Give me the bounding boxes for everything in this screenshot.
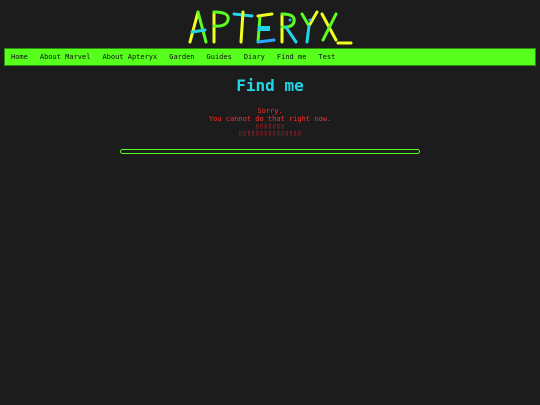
nav-item-about-apteryx[interactable]: About Apteryx (96, 49, 163, 65)
nav-item-garden[interactable]: Garden (163, 49, 200, 65)
nav-item-home[interactable]: Home (5, 49, 34, 65)
nav-item-diary[interactable]: Diary (238, 49, 271, 65)
nav-item-find-me[interactable]: Find me (271, 49, 313, 65)
main-navigation: Home About Marvel About Apteryx Garden G… (4, 48, 536, 66)
site-logo[interactable] (186, 6, 354, 46)
apteryx-logo-graphic (188, 10, 353, 45)
content-divider (120, 149, 420, 154)
nav-item-test[interactable]: Test (312, 49, 341, 65)
nav-item-guides[interactable]: Guides (201, 49, 238, 65)
error-message-glyphs-line-2: ▯▯▯▯▯▯▯▯▯▯▯▯▯▯▯ (238, 129, 302, 137)
nav-item-about-marvel[interactable]: About Marvel (34, 49, 97, 65)
error-message-sorry: Sorry. (257, 107, 283, 115)
page-title: Find me (236, 76, 304, 95)
